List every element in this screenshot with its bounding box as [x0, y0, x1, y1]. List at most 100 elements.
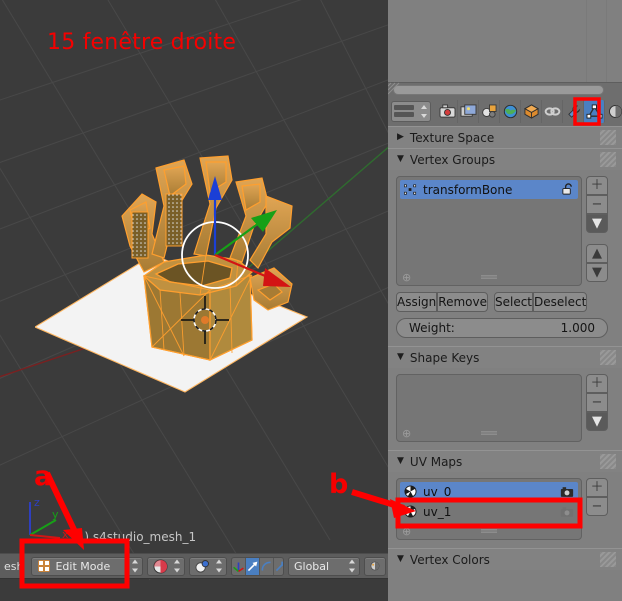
remove-icon[interactable]: −: [586, 497, 608, 516]
object-tab[interactable]: [521, 99, 542, 123]
rotate-icon[interactable]: [260, 557, 275, 575]
axis-label-x: x: [62, 528, 69, 541]
move-down-icon[interactable]: ▼: [586, 263, 608, 282]
list-footer[interactable]: ⊕: [397, 523, 581, 539]
panel-grip-icon: [600, 350, 616, 365]
annotation-letter-b: b: [329, 469, 349, 500]
panel-header-vertex-groups[interactable]: ▼ Vertex Groups: [388, 148, 622, 170]
horizontal-scrollbar[interactable]: [388, 82, 622, 96]
uv-group-icon: [404, 485, 417, 498]
mode-selector[interactable]: Edit Mode: [31, 556, 144, 576]
panel-title: Vertex Colors: [409, 552, 490, 567]
modifiers-tab[interactable]: [563, 99, 584, 123]
properties-zoom-widget[interactable]: [391, 100, 431, 122]
viewport-header: esh Edit Mode Global: [0, 553, 388, 579]
uv-map-name: uv_1: [423, 504, 452, 519]
list-item[interactable]: uv_1: [400, 502, 578, 521]
wrench-icon: [567, 104, 580, 118]
select-button[interactable]: Select: [493, 292, 534, 312]
chain-link-icon: [544, 106, 560, 116]
annotation-letter-a: a: [34, 461, 53, 492]
chevron-down-icon: ▼: [397, 554, 404, 564]
translate-icon[interactable]: [246, 557, 261, 575]
add-icon[interactable]: ＋: [586, 374, 608, 393]
manipulator-toggle-icon[interactable]: [232, 557, 247, 575]
horizontal-scrollbar-thumb[interactable]: [393, 85, 604, 95]
pivot-median-icon: [195, 559, 210, 573]
zoom-chevrons[interactable]: [421, 104, 428, 118]
annotation-title: 15 fenêtre droite: [47, 30, 237, 55]
list-item[interactable]: uv_0: [400, 482, 578, 501]
camera-inactive-icon[interactable]: [560, 506, 574, 518]
add-icon[interactable]: ＋: [586, 176, 608, 195]
panel-header-uv-maps[interactable]: ▼ UV Maps: [388, 450, 622, 472]
scale-icon[interactable]: [274, 558, 284, 575]
shading-chevrons[interactable]: [174, 559, 181, 573]
panel-title: UV Maps: [409, 454, 463, 469]
mode-chevrons[interactable]: [132, 559, 139, 573]
uv-map-side-buttons: ＋ −: [586, 478, 608, 516]
list-add-icon[interactable]: ⊕: [402, 427, 411, 440]
blender-window: 15 fenêtre droite z y x (1) s4studio_mes…: [0, 0, 622, 601]
panel-header-vertex-colors[interactable]: ▼ Vertex Colors: [388, 548, 622, 570]
render-layers-tab[interactable]: [458, 99, 479, 123]
list-resize-grip[interactable]: [481, 529, 497, 533]
uv-map-list[interactable]: uv_0 uv_1 ⊕: [396, 478, 582, 540]
active-object-name: (1) s4studio_mesh_1: [72, 530, 197, 544]
add-icon[interactable]: ＋: [586, 478, 608, 497]
world-tab[interactable]: [500, 99, 521, 123]
images-icon: [460, 103, 476, 117]
panel-header-shape-keys[interactable]: ▼ Shape Keys: [388, 346, 622, 368]
remove-button[interactable]: Remove: [437, 292, 488, 312]
orientation-chevrons[interactable]: [349, 559, 356, 573]
material-sphere-icon: [608, 104, 622, 118]
list-add-icon[interactable]: ⊕: [402, 525, 411, 538]
scene-tab[interactable]: [479, 99, 500, 123]
panel-title: Vertex Groups: [409, 152, 496, 167]
layers-button[interactable]: [364, 556, 386, 576]
vertex-group-list[interactable]: transformBone ⊕: [396, 176, 582, 286]
manipulator-group[interactable]: [231, 556, 284, 576]
panel-header-texture-space[interactable]: ▶ Texture Space: [388, 126, 622, 148]
camera-active-icon[interactable]: [560, 486, 574, 498]
panel-title: Shape Keys: [409, 350, 480, 365]
remove-icon[interactable]: −: [586, 393, 608, 412]
shading-selector[interactable]: [147, 556, 186, 576]
list-item[interactable]: transformBone: [400, 180, 578, 199]
transform-gizmo[interactable]: [145, 160, 325, 340]
list-resize-grip[interactable]: [481, 275, 497, 279]
axis-label-z: z: [34, 496, 40, 509]
list-footer[interactable]: ⊕: [397, 269, 581, 285]
object-data-tab[interactable]: [584, 99, 605, 123]
mode-label: Edit Mode: [55, 559, 111, 573]
specials-dropdown-icon[interactable]: ▼: [586, 412, 608, 431]
pivot-selector[interactable]: [189, 556, 228, 576]
uv-group-icon: [404, 505, 417, 518]
shape-key-list[interactable]: ⊕: [396, 374, 582, 442]
list-resize-grip[interactable]: [481, 431, 497, 435]
vertex-group-name: transformBone: [423, 182, 513, 197]
properties-panel-stack[interactable]: ▶ Texture Space ▼ Vertex Groups transfor…: [388, 126, 622, 601]
scene-icon: [481, 103, 497, 118]
list-add-icon[interactable]: ⊕: [402, 271, 411, 284]
constraints-tab[interactable]: [542, 99, 563, 123]
assign-button[interactable]: Assign: [396, 292, 438, 312]
unlocked-padlock-icon[interactable]: [561, 183, 574, 196]
chevron-down-icon: ▼: [397, 352, 404, 362]
area-corner-grip[interactable]: [388, 82, 400, 96]
properties-empty-area: [388, 0, 622, 82]
list-footer[interactable]: ⊕: [397, 425, 581, 441]
weight-slider[interactable]: Weight: 1.000: [396, 318, 608, 338]
remove-icon[interactable]: −: [586, 195, 608, 214]
specials-dropdown-icon[interactable]: ▼: [586, 214, 608, 233]
pivot-chevrons[interactable]: [216, 559, 223, 573]
3d-viewport[interactable]: 15 fenêtre droite z y x (1) s4studio_mes…: [0, 0, 388, 601]
render-tab[interactable]: [437, 99, 458, 123]
mesh-menu[interactable]: esh: [2, 560, 25, 573]
transform-orientation-selector[interactable]: Global: [288, 556, 360, 576]
material-tab[interactable]: [605, 99, 622, 123]
vertex-group-action-buttons: Assign Remove Select Deselect: [396, 292, 588, 312]
deselect-button[interactable]: Deselect: [533, 292, 588, 312]
move-up-icon[interactable]: ▲: [586, 244, 608, 263]
vertex-group-icon: [404, 183, 417, 195]
